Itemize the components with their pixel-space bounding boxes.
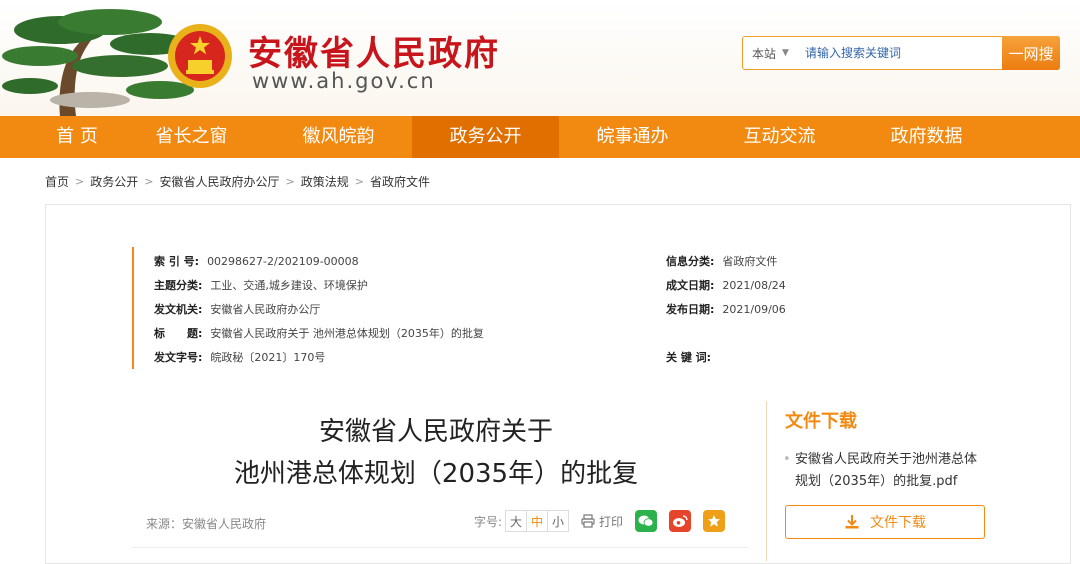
download-file-link[interactable]: 安徽省人民政府关于池州港总体规划（2035年）的批复.pdf	[783, 449, 985, 493]
font-size-small-button[interactable]: 小	[547, 510, 570, 532]
download-button-label: 文件下载	[870, 515, 926, 531]
nav-item-gov-affairs[interactable]: 政务公开	[412, 116, 559, 158]
search-button[interactable]: 一网搜	[1002, 36, 1060, 70]
nav-item-culture[interactable]: 徽风皖韵	[265, 116, 412, 158]
national-emblem-icon	[168, 24, 232, 88]
document-title: 安徽省人民政府关于 池州港总体规划（2035年）的批复	[186, 411, 686, 495]
font-size-medium-button[interactable]: 中	[526, 510, 549, 532]
meta-published: 发布日期: 2021/09/06	[666, 303, 786, 316]
document-source: 来源：安徽省人民政府	[146, 517, 267, 531]
meta-doc-no: 发文字号: 皖政秘〔2021〕170号	[154, 351, 326, 364]
font-size-label: 字号:	[474, 514, 503, 529]
font-size-large-button[interactable]: 大	[505, 510, 528, 532]
nav-item-services[interactable]: 皖事通办	[559, 116, 706, 158]
meta-issuer: 发文机关: 安徽省人民政府办公厅	[154, 303, 321, 316]
breadcrumb-item-policy[interactable]: 政策法规	[301, 173, 349, 190]
site-title[interactable]: 安徽省人民政府	[248, 26, 500, 75]
wechat-icon	[638, 515, 654, 527]
site-url: www.ah.gov.cn	[252, 69, 436, 93]
site-header: 安徽省人民政府 www.ah.gov.cn 本站 ▼ 一网搜	[0, 0, 1080, 116]
download-title: 文件下载	[785, 411, 857, 432]
meta-title: 标 题: 安徽省人民政府关于 池州港总体规划（2035年）的批复	[154, 327, 484, 340]
printer-icon	[581, 514, 595, 528]
document-title-line2: 池州港总体规划（2035年）的批复	[233, 459, 639, 489]
breadcrumb-item-home[interactable]: 首页	[45, 173, 69, 190]
nav-item-home[interactable]: 首 页	[0, 116, 118, 158]
nav-item-governor[interactable]: 省长之窗	[118, 116, 265, 158]
divider	[132, 547, 748, 548]
chevron-right-icon: >	[144, 174, 154, 188]
weibo-share-button[interactable]	[669, 510, 692, 532]
search-input[interactable]	[801, 46, 997, 60]
search-scope-label: 本站	[752, 46, 777, 61]
breadcrumb-item-docs[interactable]: 省政府文件	[370, 173, 430, 190]
meta-index-no: 索 引 号: 00298627-2/202109-00008	[154, 255, 359, 268]
chevron-right-icon: >	[75, 174, 85, 188]
breadcrumb-item-gov-affairs[interactable]: 政务公开	[90, 173, 138, 190]
document-toolbar: 字号: 大 中 小 打印	[474, 510, 726, 532]
chevron-right-icon: >	[354, 174, 364, 188]
meta-topic: 主题分类: 工业、交通,城乡建设、环境保护	[154, 279, 368, 292]
star-icon	[708, 515, 721, 527]
meta-created: 成文日期: 2021/08/24	[666, 279, 786, 292]
download-icon	[845, 515, 859, 529]
chevron-down-icon: ▼	[782, 48, 789, 58]
nav-item-data[interactable]: 政府数据	[853, 116, 1000, 158]
meta-info-class: 信息分类: 省政府文件	[666, 255, 778, 268]
breadcrumb: 首页 > 政务公开 > 安徽省人民政府办公厅 > 政策法规 > 省政府文件	[0, 158, 1080, 204]
main-nav: 首 页 省长之窗 徽风皖韵 政务公开 皖事通办 互动交流 政府数据	[0, 116, 1080, 158]
download-button[interactable]: 文件下载	[785, 505, 985, 539]
search-box: 本站 ▼ 一网搜	[742, 36, 1060, 70]
download-sidebar: 文件下载 安徽省人民政府关于池州港总体规划（2035年）的批复.pdf 文件下载	[766, 401, 1006, 561]
document-metadata: 索 引 号: 00298627-2/202109-00008 主题分类: 工业、交通…	[132, 247, 792, 369]
breadcrumb-item-office[interactable]: 安徽省人民政府办公厅	[159, 173, 279, 190]
favorite-button[interactable]	[703, 510, 726, 532]
document-panel: 索 引 号: 00298627-2/202109-00008 主题分类: 工业、交通…	[45, 204, 1071, 564]
print-label: 打印	[599, 514, 624, 529]
search-scope-select[interactable]: 本站 ▼	[743, 45, 801, 62]
weibo-icon	[673, 515, 688, 527]
meta-keywords: 关 键 词:	[666, 351, 712, 364]
nav-item-interaction[interactable]: 互动交流	[706, 116, 853, 158]
wechat-share-button[interactable]	[635, 510, 658, 532]
print-button[interactable]: 打印	[581, 513, 623, 530]
chevron-right-icon: >	[285, 174, 295, 188]
document-title-line1: 安徽省人民政府关于	[318, 417, 553, 447]
